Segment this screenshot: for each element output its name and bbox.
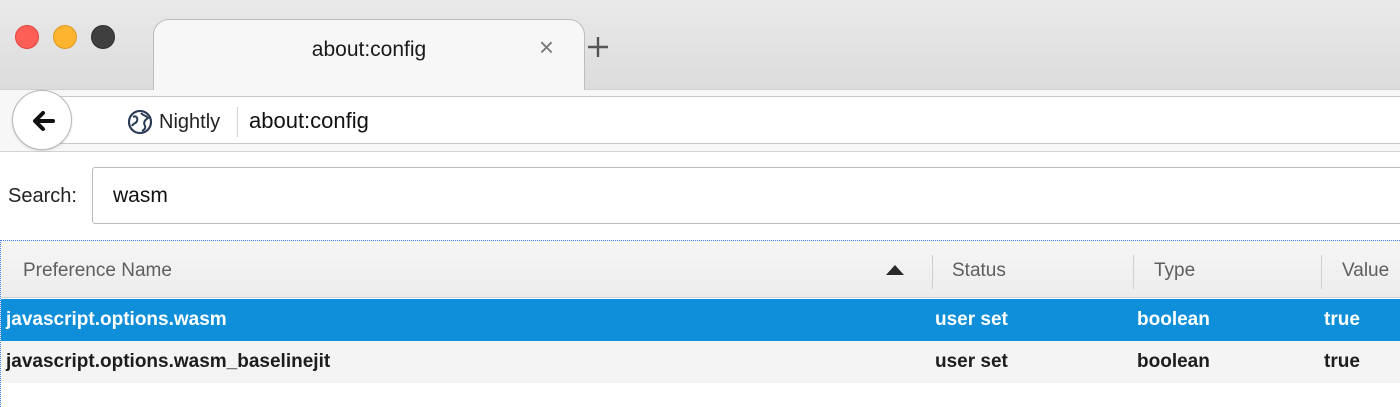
site-identity[interactable]: Nightly	[127, 108, 220, 136]
nav-bar: Nightly about:config	[0, 90, 1400, 152]
status-cell: user set	[935, 309, 1008, 330]
search-input[interactable]	[92, 167, 1400, 224]
type-cell: boolean	[1137, 309, 1210, 330]
preference-name-cell: javascript.options.wasm	[6, 309, 227, 330]
column-divider[interactable]	[1133, 255, 1134, 289]
column-header-value[interactable]: Value	[1342, 260, 1389, 282]
value-cell: true	[1324, 351, 1360, 372]
column-header-name[interactable]: Preference Name	[23, 260, 172, 282]
preferences-tree[interactable]: Preference Name Status Type Value javasc…	[0, 240, 1400, 407]
table-row[interactable]: javascript.options.wasm user set boolean…	[1, 299, 1400, 341]
title-bar: about:config ×	[0, 0, 1400, 92]
value-cell: true	[1324, 309, 1360, 330]
tab-about-config[interactable]: about:config ×	[153, 19, 585, 92]
preference-name-cell: javascript.options.wasm_baselinejit	[6, 351, 331, 372]
url-separator	[237, 107, 238, 137]
column-divider[interactable]	[932, 255, 933, 289]
url-text[interactable]: about:config	[249, 108, 369, 134]
tree-header: Preference Name Status Type Value	[1, 241, 1400, 298]
about-config-page: Search: Preference Name Status Type Valu…	[0, 152, 1400, 407]
plus-icon[interactable]	[584, 33, 612, 61]
status-cell: user set	[935, 351, 1008, 372]
url-bar[interactable]: Nightly about:config	[40, 96, 1400, 144]
column-divider[interactable]	[1321, 255, 1322, 289]
identity-label: Nightly	[159, 110, 221, 133]
sort-ascending-icon[interactable]	[886, 265, 904, 275]
close-icon[interactable]: ×	[539, 34, 554, 60]
column-header-status[interactable]: Status	[952, 260, 1006, 282]
globe-icon	[128, 110, 152, 134]
back-button[interactable]	[12, 90, 72, 150]
column-header-type[interactable]: Type	[1154, 260, 1195, 282]
back-arrow-icon	[33, 111, 55, 131]
type-cell: boolean	[1137, 351, 1210, 372]
tab-title: about:config	[311, 38, 427, 61]
search-label: Search:	[8, 185, 77, 207]
close-window-button[interactable]	[15, 25, 39, 49]
minimize-window-button[interactable]	[53, 25, 77, 49]
zoom-window-button[interactable]	[91, 25, 115, 49]
table-row[interactable]: javascript.options.wasm_baselinejit user…	[1, 341, 1400, 383]
